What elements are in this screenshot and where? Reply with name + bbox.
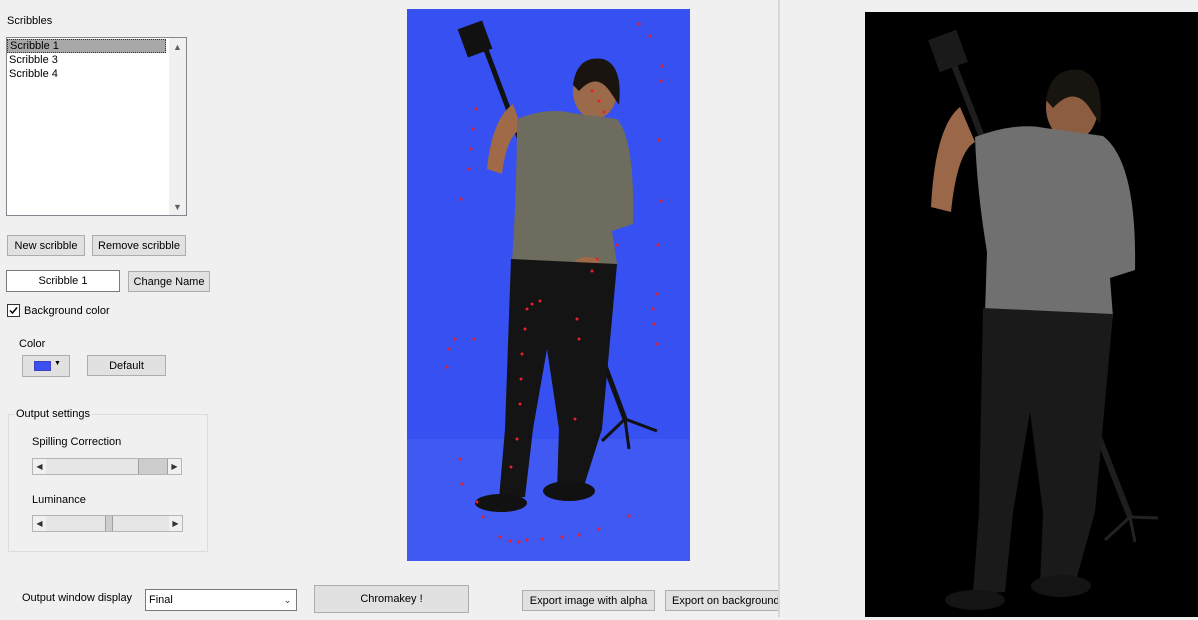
background-color-checkbox[interactable] <box>7 304 20 317</box>
output-display-value: Final <box>149 594 173 606</box>
luminance-slider[interactable]: ◀ ▶ <box>32 515 183 532</box>
scribble-name-field[interactable]: Scribble 1 <box>6 270 120 292</box>
scribbles-label: Scribbles <box>7 15 53 27</box>
scroll-left-icon[interactable]: ◀ <box>33 516 46 531</box>
export-alpha-button[interactable]: Export image with alpha <box>522 590 655 611</box>
spilling-correction-slider[interactable]: ◀ ▶ <box>32 458 182 475</box>
dropdown-arrow-icon: ▼ <box>54 360 61 367</box>
pane-divider[interactable] <box>778 0 780 617</box>
slider-thumb[interactable] <box>138 459 168 474</box>
source-image <box>407 9 690 561</box>
color-label: Color <box>19 338 46 350</box>
scribble-list-item[interactable]: Scribble 1 <box>7 39 166 53</box>
background-color-label: Background color <box>24 305 110 317</box>
slider-thumb[interactable] <box>105 516 113 531</box>
output-image <box>865 12 1198 617</box>
remove-scribble-button[interactable]: Remove scribble <box>92 235 186 256</box>
color-swatch <box>34 361 51 371</box>
luminance-label: Luminance <box>32 494 86 506</box>
new-scribble-button[interactable]: New scribble <box>7 235 85 256</box>
chromakey-button[interactable]: Chromakey ! <box>314 585 469 613</box>
scroll-down-icon[interactable]: ▼ <box>169 198 186 215</box>
list-scrollbar[interactable]: ▲ ▼ <box>169 38 186 215</box>
export-background-button[interactable]: Export on background <box>665 590 779 611</box>
scroll-right-icon[interactable]: ▶ <box>168 459 181 474</box>
color-picker-button[interactable]: ▼ <box>22 355 70 377</box>
source-image-view[interactable] <box>407 9 690 561</box>
chevron-down-icon[interactable]: ⌄ <box>279 590 296 610</box>
scroll-up-icon[interactable]: ▲ <box>169 38 186 55</box>
output-display-select[interactable]: Final ⌄ <box>145 589 297 611</box>
scroll-right-icon[interactable]: ▶ <box>169 516 182 531</box>
checkmark-icon <box>9 307 18 315</box>
spilling-correction-label: Spilling Correction <box>32 436 122 448</box>
scribble-list[interactable]: Scribble 1 Scribble 3 Scribble 4 ▲ ▼ <box>6 37 187 216</box>
default-color-button[interactable]: Default <box>87 355 166 376</box>
output-settings-title: Output settings <box>14 408 92 420</box>
change-name-button[interactable]: Change Name <box>128 271 210 292</box>
scroll-left-icon[interactable]: ◀ <box>33 459 46 474</box>
output-image-view[interactable] <box>865 12 1198 617</box>
scribble-list-item[interactable]: Scribble 4 <box>7 67 166 81</box>
scribble-list-item[interactable]: Scribble 3 <box>7 53 166 67</box>
output-display-label: Output window display <box>22 592 133 604</box>
